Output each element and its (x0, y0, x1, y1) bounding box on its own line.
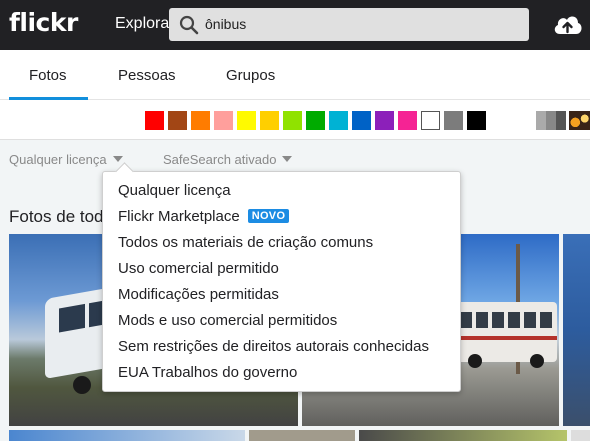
search-icon[interactable] (179, 15, 199, 35)
chevron-down-icon[interactable] (282, 156, 293, 162)
tab-fotos[interactable]: Fotos (29, 67, 67, 84)
color-filter-bar (0, 100, 590, 140)
tab-pessoas[interactable]: Pessoas (118, 67, 176, 84)
license-option-no-known-restrictions[interactable]: Sem restrições de direitos autorais conh… (118, 338, 429, 355)
flickr-logo[interactable]: flickr (9, 8, 78, 37)
tab-grupos[interactable]: Grupos (226, 67, 275, 84)
color-swatch[interactable] (375, 111, 394, 130)
color-swatch[interactable] (421, 111, 440, 130)
license-dropdown-menu: Qualquer licença Flickr Marketplace NOVO … (102, 171, 461, 392)
photo-result[interactable] (571, 430, 590, 441)
color-swatch[interactable] (398, 111, 417, 130)
safesearch-filter-dropdown[interactable]: SafeSearch ativado (163, 152, 293, 167)
license-option-mods-commercial[interactable]: Mods e uso comercial permitidos (118, 312, 337, 329)
color-swatch[interactable] (306, 111, 325, 130)
black-and-white-filter[interactable] (536, 111, 566, 130)
license-option-label[interactable]: Flickr Marketplace (118, 208, 240, 225)
search-tabs: Fotos Pessoas Grupos (0, 50, 590, 100)
chevron-down-icon[interactable] (112, 156, 123, 162)
license-filter-label[interactable]: Qualquer licença (9, 152, 107, 167)
photo-result[interactable] (359, 430, 567, 441)
license-option-commercial-use[interactable]: Uso comercial permitido (118, 260, 279, 277)
license-filter-dropdown[interactable]: Qualquer licença (9, 152, 123, 167)
color-swatch[interactable] (214, 111, 233, 130)
top-navigation-bar: flickr Explorar ônibus (0, 0, 590, 50)
photo-result[interactable] (249, 430, 355, 441)
photo-result[interactable] (9, 430, 245, 441)
color-swatch[interactable] (467, 111, 486, 130)
safesearch-filter-label[interactable]: SafeSearch ativado (163, 152, 276, 167)
color-swatch[interactable] (191, 111, 210, 130)
color-swatch[interactable] (168, 111, 187, 130)
color-swatch[interactable] (145, 111, 164, 130)
pattern-filter[interactable] (569, 111, 590, 130)
license-option-us-government[interactable]: EUA Trabalhos do governo (118, 364, 297, 381)
search-query-text[interactable]: ônibus (205, 16, 246, 32)
color-swatch[interactable] (329, 111, 348, 130)
bus-shape (452, 302, 557, 362)
license-option-creative-commons[interactable]: Todos os materiais de criação comuns (118, 234, 373, 251)
color-swatch[interactable] (237, 111, 256, 130)
license-option-modifications[interactable]: Modificações permitidas (118, 286, 279, 303)
photo-result-bus[interactable] (563, 234, 590, 426)
license-option-any[interactable]: Qualquer licença (118, 182, 231, 199)
cloud-upload-icon[interactable] (552, 12, 583, 38)
color-swatch[interactable] (352, 111, 371, 130)
explore-menu-link[interactable]: Explorar (115, 15, 175, 33)
search-input[interactable]: ônibus (169, 8, 529, 41)
color-swatch[interactable] (283, 111, 302, 130)
new-badge: NOVO (247, 209, 290, 223)
color-swatch[interactable] (444, 111, 463, 130)
color-swatch[interactable] (260, 111, 279, 130)
results-section-title: Fotos de tod (9, 207, 104, 226)
license-option-marketplace[interactable]: Flickr Marketplace NOVO (118, 208, 290, 225)
